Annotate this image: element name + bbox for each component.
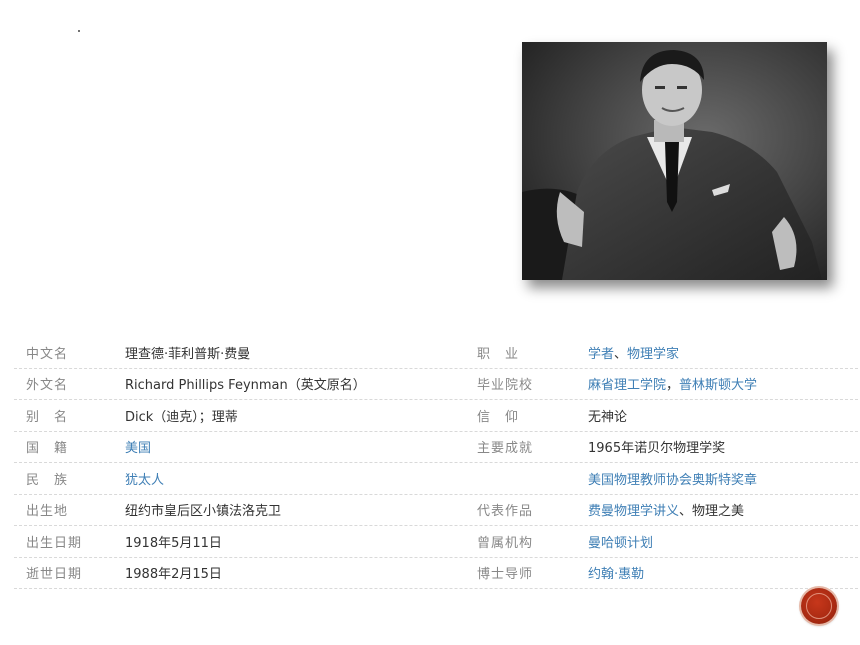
value-alias: Dick（迪克）；理蒂	[125, 409, 238, 425]
table-row: 别 名 Dick（迪克）；理蒂 信 仰 无神论	[14, 400, 858, 432]
link-princeton[interactable]: 普林斯顿大学	[679, 378, 757, 393]
value-occupation: 学者、物理学家	[588, 343, 858, 362]
link-wheeler[interactable]: 约翰·惠勒	[588, 567, 644, 582]
value-works: 费曼物理学讲义、物理之美	[588, 500, 858, 519]
value-birth-date: 1918年5月11日	[125, 535, 222, 551]
link-oersted-medal[interactable]: 美国物理教师协会奥斯特奖章	[588, 473, 757, 488]
value-beauty-physics: 物理之美	[692, 504, 745, 520]
value-nobel: 1965年诺贝尔物理学奖	[588, 441, 726, 457]
label-birthplace: 出生地	[26, 504, 69, 520]
label-nationality: 国 籍	[26, 441, 69, 457]
separator: 、	[614, 346, 628, 362]
label-occupation: 职 业	[477, 346, 520, 362]
label-works: 代表作品	[477, 504, 534, 520]
table-row: 外文名 Richard Phillips Feynman（英文原名） 毕业院校 …	[14, 369, 858, 400]
portrait-photo	[522, 42, 827, 280]
value-birthplace: 纽约市皇后区小镇法洛克卫	[125, 504, 282, 520]
table-row: 逝世日期 1988年2月15日 博士导师 约翰·惠勒	[14, 558, 858, 589]
info-table: 中文名 理查德·菲利普斯·费曼 职 业 学者、物理学家 外文名 Richard …	[14, 337, 858, 589]
link-manhattan-project[interactable]: 曼哈顿计划	[588, 536, 653, 551]
label-advisor: 博士导师	[477, 567, 534, 583]
label-alma-mater: 毕业院校	[477, 378, 534, 394]
value-belief: 无神论	[588, 409, 628, 425]
link-jewish[interactable]: 犹太人	[125, 473, 164, 488]
label-birth-date: 出生日期	[26, 535, 83, 551]
separator: 、	[679, 504, 693, 520]
label-alias: 别 名	[26, 409, 69, 425]
next-slide-button[interactable]	[801, 588, 837, 624]
value-chinese-name: 理查德·菲利普斯·费曼	[125, 346, 251, 362]
label-ethnicity: 民 族	[26, 472, 69, 488]
table-row: 出生日期 1918年5月11日 曾属机构 曼哈顿计划	[14, 526, 858, 558]
table-row: 出生地 纽约市皇后区小镇法洛克卫 代表作品 费曼物理学讲义、物理之美	[14, 495, 858, 526]
link-mit[interactable]: 麻省理工学院	[588, 378, 666, 393]
label-chinese-name: 中文名	[26, 346, 69, 362]
value-foreign-name: Richard Phillips Feynman（英文原名）	[125, 378, 366, 394]
label-foreign-name: 外文名	[26, 378, 69, 394]
value-alma-mater: 麻省理工学院，普林斯顿大学	[588, 374, 858, 393]
table-row: 民 族 犹太人 美国物理教师协会奥斯特奖章	[14, 463, 858, 495]
label-achievements: 主要成就	[477, 441, 534, 457]
label-death-date: 逝世日期	[26, 567, 83, 583]
stray-dot	[78, 30, 80, 32]
label-institution: 曾属机构	[477, 535, 534, 551]
link-scholar[interactable]: 学者	[588, 347, 614, 362]
separator: ，	[666, 378, 680, 394]
link-lectures[interactable]: 费曼物理学讲义	[588, 504, 679, 519]
value-death-date: 1988年2月15日	[125, 567, 222, 583]
label-belief: 信 仰	[477, 409, 520, 425]
link-physicist[interactable]: 物理学家	[627, 347, 679, 362]
link-usa[interactable]: 美国	[125, 441, 151, 456]
table-row: 中文名 理查德·菲利普斯·费曼 职 业 学者、物理学家	[14, 337, 858, 369]
table-row: 国 籍 美国 主要成就 1965年诺贝尔物理学奖	[14, 432, 858, 463]
